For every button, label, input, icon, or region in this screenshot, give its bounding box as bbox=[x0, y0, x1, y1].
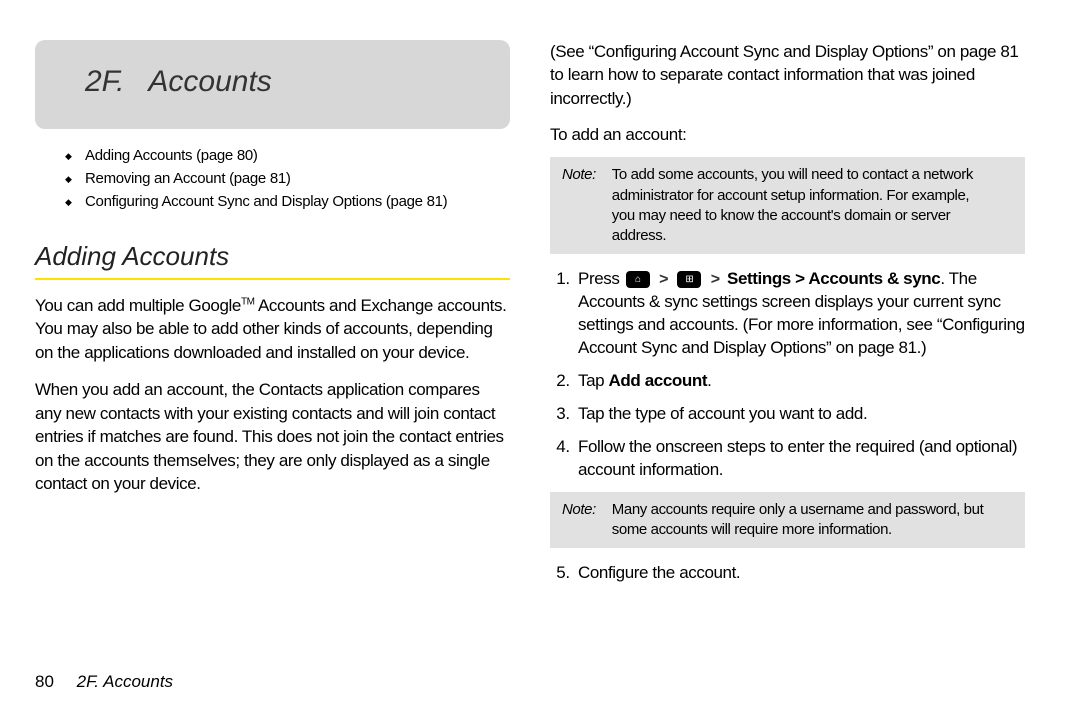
trademark-superscript: TM bbox=[241, 296, 255, 307]
note-text: Many accounts require only a username an… bbox=[612, 500, 992, 541]
home-glyph: ⌂ bbox=[635, 275, 641, 285]
text-fragment: You can add multiple Google bbox=[35, 296, 241, 315]
left-column: 2F. Accounts Adding Accounts (page 80) R… bbox=[35, 40, 530, 690]
note-text: To add some accounts, you will need to c… bbox=[612, 165, 992, 246]
toc-item: Adding Accounts (page 80) bbox=[65, 147, 510, 170]
chapter-banner: 2F. Accounts bbox=[35, 40, 510, 129]
note-box: Note: Many accounts require only a usern… bbox=[550, 492, 1025, 549]
text-fragment: Tap bbox=[578, 371, 609, 390]
subheading: To add an account: bbox=[550, 124, 1025, 147]
note-label: Note: bbox=[562, 500, 608, 520]
chevron-right-icon: > bbox=[659, 269, 668, 291]
chapter-title: 2F. Accounts bbox=[85, 65, 460, 99]
home-key-icon: ⌂ bbox=[626, 271, 650, 288]
chapter-name: Accounts bbox=[148, 65, 271, 98]
toc-item: Removing an Account (page 81) bbox=[65, 170, 510, 193]
chapter-number: 2F. bbox=[85, 65, 124, 98]
toc-list: Adding Accounts (page 80) Removing an Ac… bbox=[35, 147, 510, 216]
step-item: Tap the type of account you want to add. bbox=[574, 403, 1025, 426]
grid-glyph: ⊞ bbox=[685, 275, 693, 285]
body-paragraph: When you add an account, the Contacts ap… bbox=[35, 378, 510, 495]
page-number: 80 bbox=[35, 672, 54, 691]
bold-path: Settings > Accounts & sync bbox=[727, 269, 940, 288]
note-box: Note: To add some accounts, you will nee… bbox=[550, 157, 1025, 254]
section-heading: Adding Accounts bbox=[35, 241, 510, 280]
note-label: Note: bbox=[562, 165, 608, 185]
toc-item: Configuring Account Sync and Display Opt… bbox=[65, 193, 510, 216]
step-item: Follow the onscreen steps to enter the r… bbox=[574, 436, 1025, 482]
bold-text: Add account bbox=[609, 371, 708, 390]
step-item: Configure the account. bbox=[574, 562, 1025, 585]
steps-list: Press ⌂ > ⊞ > Settings > Accounts & sync… bbox=[550, 268, 1025, 482]
body-paragraph: (See “Configuring Account Sync and Displ… bbox=[550, 40, 1025, 110]
chevron-right-icon: > bbox=[711, 269, 720, 291]
page-footer: 80 2F. Accounts bbox=[35, 672, 173, 692]
right-column: (See “Configuring Account Sync and Displ… bbox=[530, 40, 1025, 690]
footer-chapter-ref: 2F. Accounts bbox=[77, 672, 173, 691]
step-item: Tap Add account. bbox=[574, 370, 1025, 393]
text-fragment: Press bbox=[578, 269, 624, 288]
step-item: Press ⌂ > ⊞ > Settings > Accounts & sync… bbox=[574, 268, 1025, 360]
steps-list-cont: Configure the account. bbox=[550, 562, 1025, 585]
body-paragraph: You can add multiple GoogleTM Accounts a… bbox=[35, 294, 510, 364]
apps-key-icon: ⊞ bbox=[677, 271, 701, 288]
document-page: 2F. Accounts Adding Accounts (page 80) R… bbox=[0, 0, 1080, 720]
text-fragment: . bbox=[707, 371, 711, 390]
